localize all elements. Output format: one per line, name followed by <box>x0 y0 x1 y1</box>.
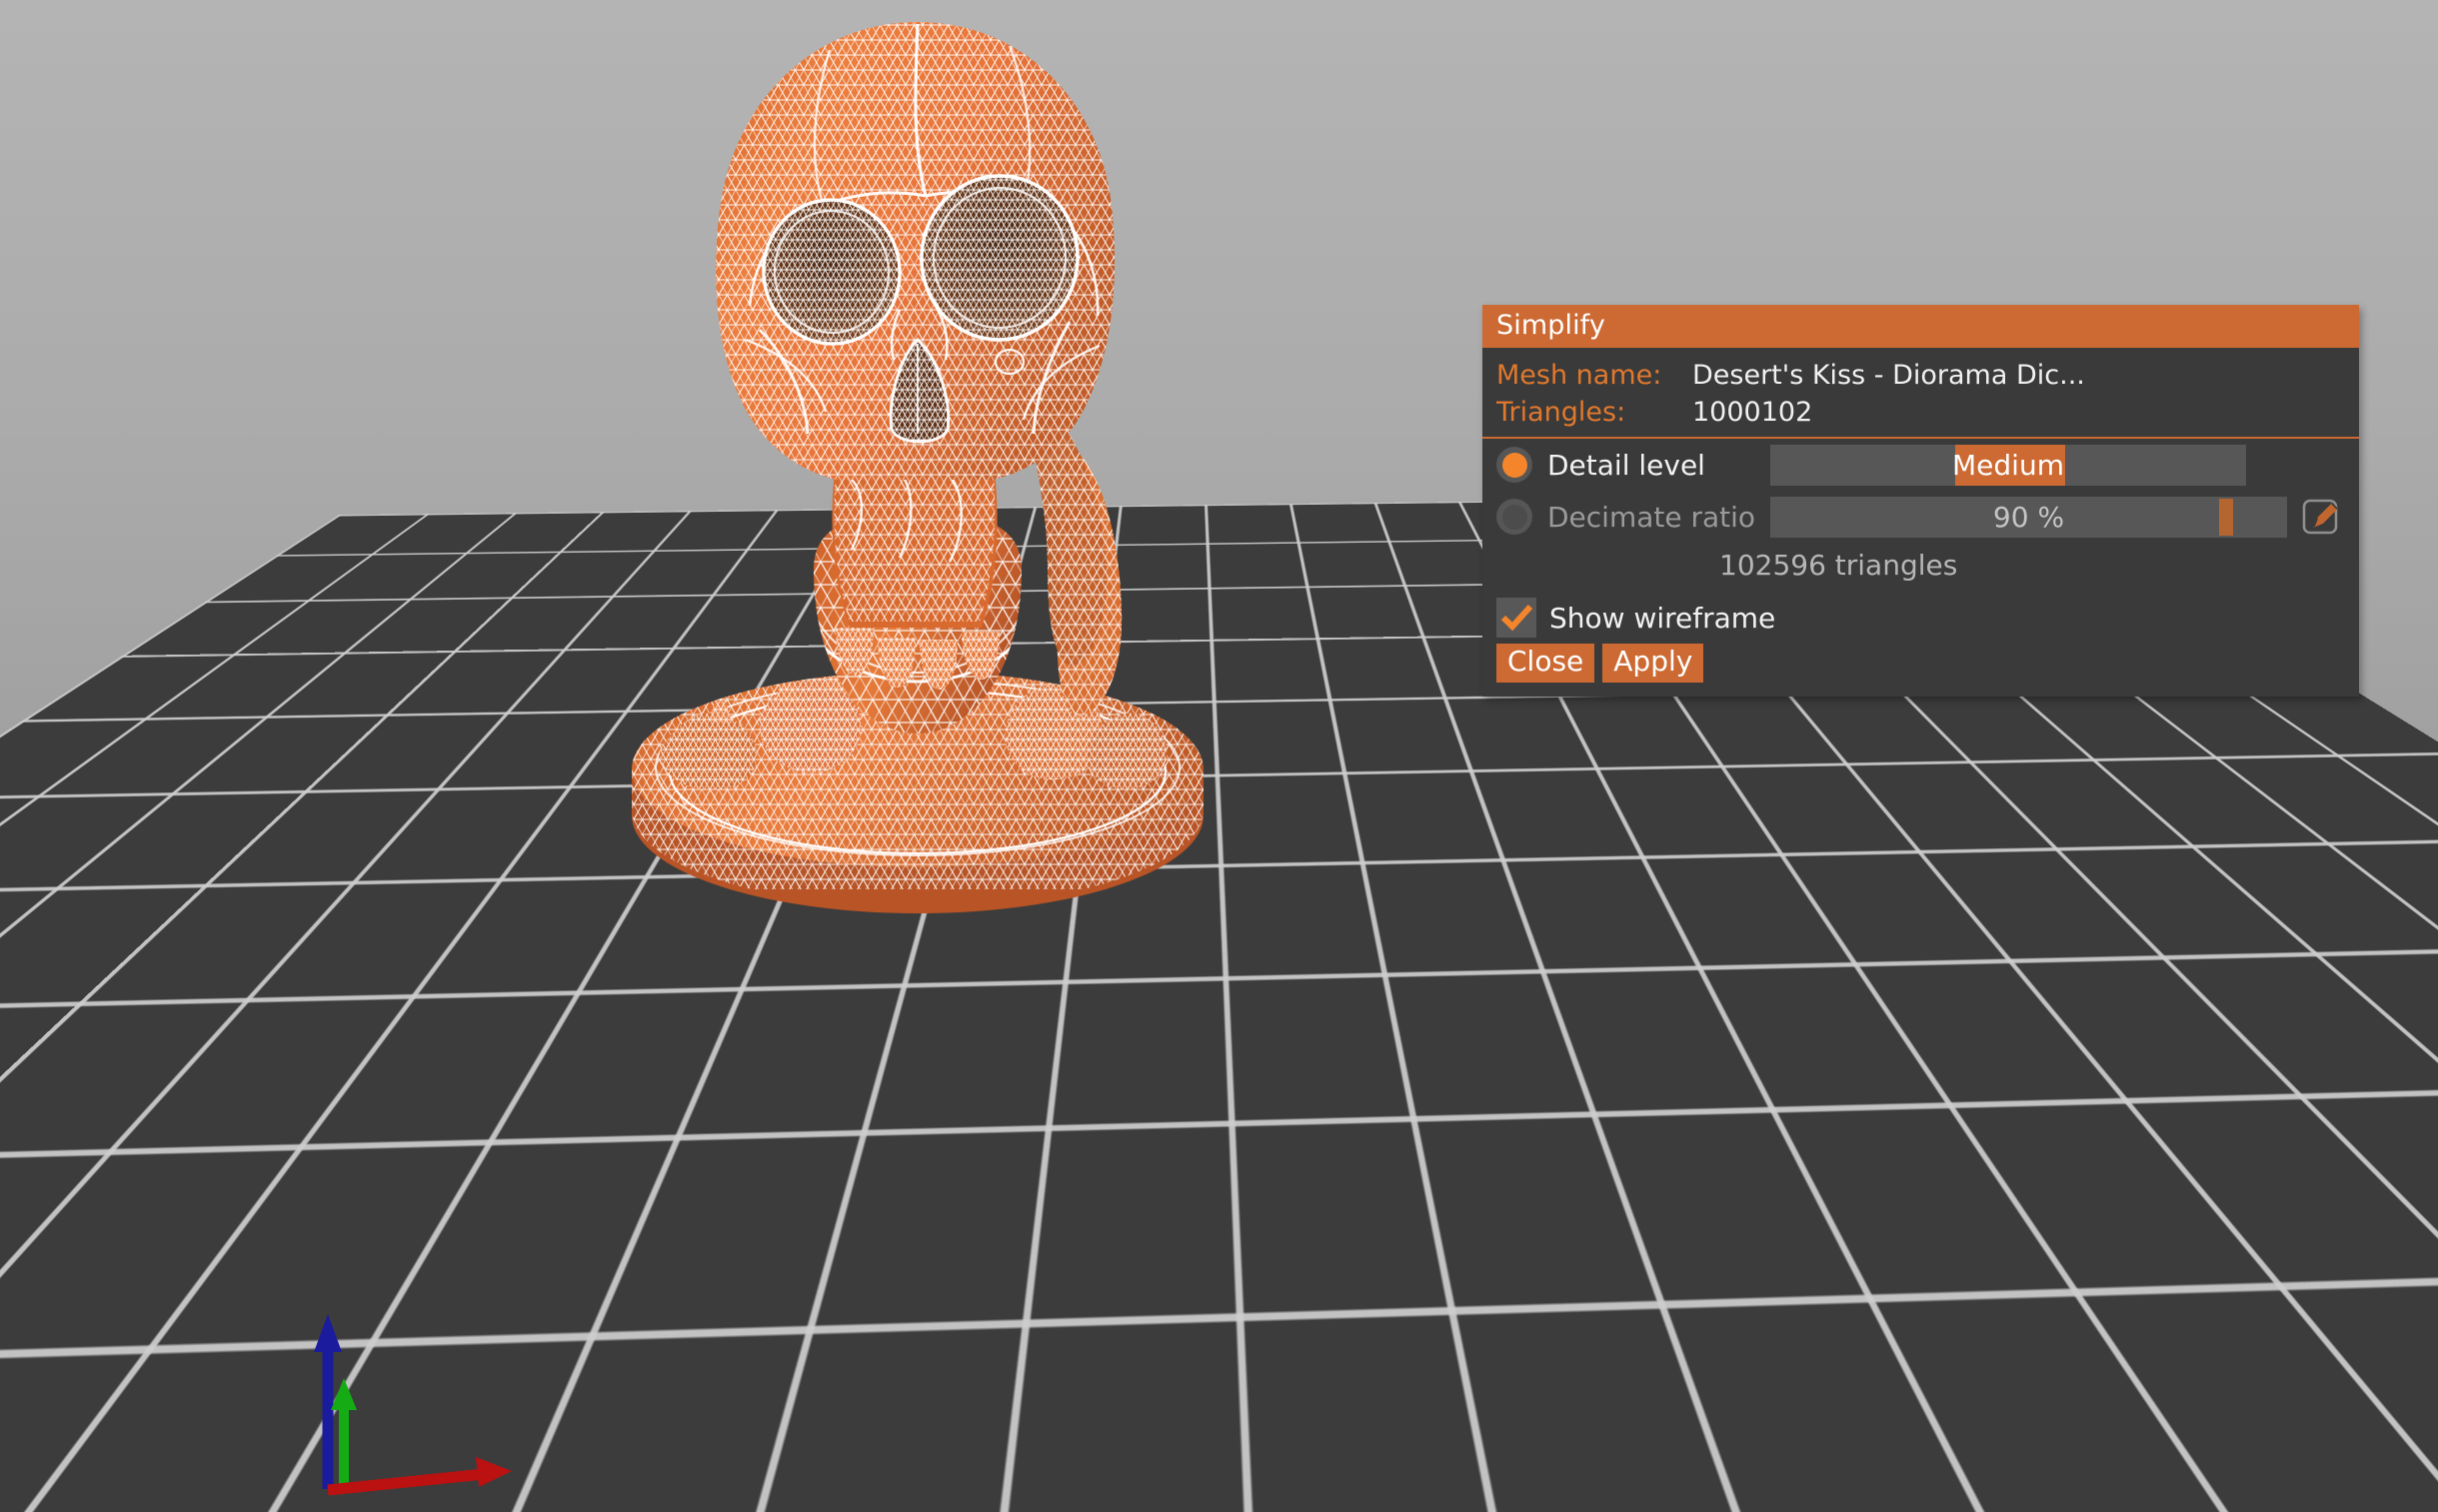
pencil-edit-icon <box>2302 499 2338 535</box>
triangles-label: Triangles: <box>1496 397 1626 428</box>
decimate-ratio-value: 90 % <box>1992 500 2065 534</box>
decimate-ratio-slider[interactable]: 90 % <box>1770 496 2287 538</box>
skull-diorama-wireframe-model[interactable] <box>600 10 1239 913</box>
dialog-button-row: Close Apply <box>1482 644 2359 697</box>
show-wireframe-checkbox[interactable] <box>1496 598 1536 638</box>
detail-level-row[interactable]: Detail level Medium <box>1482 439 2359 491</box>
detail-level-radio[interactable] <box>1496 447 1532 483</box>
apply-button[interactable]: Apply <box>1602 644 1704 683</box>
triangles-row: Triangles: 1000102 <box>1482 389 2359 437</box>
mesh-name-label: Mesh name: <box>1496 360 1662 391</box>
decimate-ratio-row[interactable]: Decimate ratio 90 % <box>1482 491 2359 543</box>
result-triangles-text: 102596 triangles <box>1719 549 1958 582</box>
show-wireframe-row[interactable]: Show wireframe <box>1482 591 2359 644</box>
radio-dot-icon <box>1501 452 1527 478</box>
mesh-name-value: Desert's Kiss - Diorama Dic... <box>1692 362 2085 389</box>
model-spikes <box>1029 390 1123 717</box>
axis-gizmo <box>314 1314 512 1496</box>
model-teeth <box>836 628 1000 690</box>
decimate-ratio-slider-handle[interactable] <box>2219 498 2233 536</box>
3d-viewport[interactable] <box>0 0 2438 1512</box>
detail-level-slider[interactable]: Medium <box>1770 444 2246 486</box>
build-plate-container <box>0 0 2438 1512</box>
model-eye-socket-left <box>756 193 908 351</box>
x-axis-arrow <box>327 1457 512 1496</box>
model-jaw <box>814 512 1022 734</box>
close-button[interactable]: Close <box>1496 644 1595 683</box>
y-axis-arrow <box>331 1378 357 1489</box>
simplify-dialog[interactable]: Simplify Mesh name: Desert's Kiss - Dior… <box>1482 305 2359 697</box>
model-cranium <box>716 22 1116 480</box>
mesh-name-row: Mesh name: Desert's Kiss - Diorama Dic..… <box>1482 348 2359 389</box>
model-base <box>632 672 1204 913</box>
show-wireframe-label: Show wireframe <box>1549 601 1776 635</box>
model-eye-socket-right <box>916 170 1084 346</box>
result-row: 102596 triangles <box>1482 543 2359 591</box>
detail-level-label: Detail level <box>1547 448 1705 482</box>
check-icon <box>1500 604 1533 632</box>
decimate-ratio-radio[interactable] <box>1496 499 1532 535</box>
model-neck <box>832 462 998 628</box>
radio-dot-icon <box>1501 504 1527 530</box>
decimate-ratio-label: Decimate ratio <box>1547 500 1756 534</box>
model-nasal-cavity <box>889 305 951 444</box>
triangles-value: 1000102 <box>1692 399 1813 426</box>
simplify-dialog-title: Simplify <box>1482 305 2359 348</box>
detail-level-value: Medium <box>1952 448 2064 482</box>
edit-ratio-button[interactable] <box>2299 494 2345 540</box>
simplify-dialog-body: Mesh name: Desert's Kiss - Diorama Dic..… <box>1482 348 2359 697</box>
